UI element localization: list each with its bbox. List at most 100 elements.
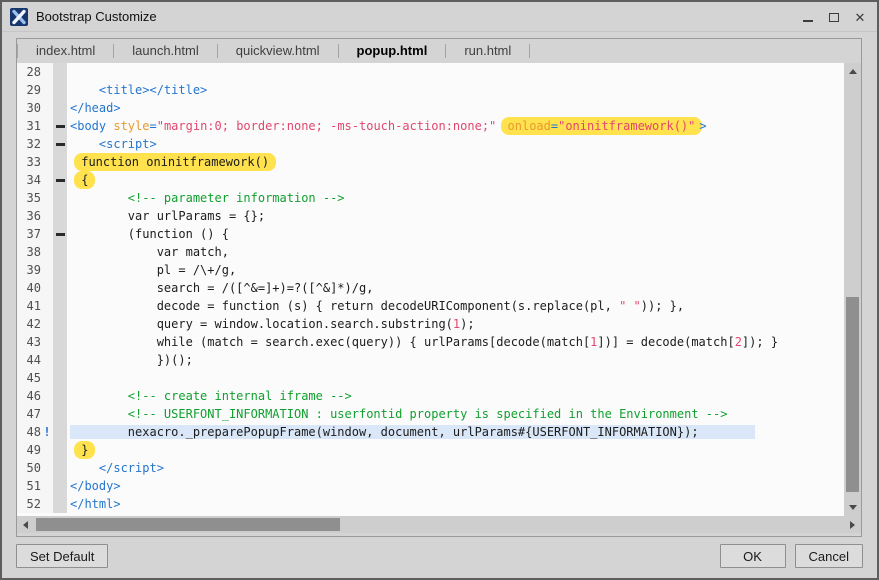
code-segment-txt: (function () { — [70, 227, 229, 241]
code-segment-tag: = — [149, 119, 156, 133]
code-segment-txt: ])] = decode(match[ — [597, 335, 734, 349]
minimize-icon — [803, 20, 813, 22]
scroll-right-button[interactable] — [844, 516, 861, 533]
line-number: 36 — [17, 207, 41, 225]
code-line[interactable]: </head> — [67, 99, 844, 117]
code-line[interactable]: { — [67, 171, 844, 189]
code-line[interactable]: } — [67, 441, 844, 459]
line-marker-empty — [41, 171, 53, 189]
maximize-button[interactable] — [821, 2, 847, 32]
scroll-left-button[interactable] — [17, 516, 34, 533]
code-line-text: </head> — [70, 101, 121, 115]
line-marker-empty — [41, 477, 53, 495]
code-line[interactable]: nexacro._preparePopupFrame(window, docum… — [67, 423, 844, 441]
code-segment-tag: </head> — [70, 101, 121, 115]
code-line-row: 34 { — [17, 171, 844, 189]
code-segment-cmt: <!-- create internal iframe --> — [70, 389, 352, 403]
fold-margin — [53, 261, 67, 279]
code-line[interactable]: search = /([^&=]+)=?([^&]*)/g, — [67, 279, 844, 297]
cancel-button[interactable]: Cancel — [795, 544, 863, 568]
code-segment-tag: <script> — [70, 137, 157, 151]
code-line[interactable]: <title></title> — [67, 81, 844, 99]
scroll-left-icon — [23, 521, 28, 529]
code-line[interactable]: <body style="margin:0; border:none; -ms-… — [67, 117, 844, 135]
code-line-row: 39 pl = /\+/g, — [17, 261, 844, 279]
code-line[interactable]: var match, — [67, 243, 844, 261]
vertical-scrollbar[interactable] — [844, 63, 861, 516]
code-line[interactable]: var urlParams = {}; — [67, 207, 844, 225]
code-line-row: 50 </script> — [17, 459, 844, 477]
code-line-row: 37 (function () { — [17, 225, 844, 243]
line-marker-empty — [41, 495, 53, 513]
set-default-button[interactable]: Set Default — [16, 544, 108, 568]
code-segment-txt: var urlParams = {}; — [70, 209, 265, 223]
code-line[interactable] — [67, 369, 844, 387]
code-line-text: </body> — [70, 479, 121, 493]
code-segment-txt: ); — [460, 317, 474, 331]
code-line-row: 32 <script> — [17, 135, 844, 153]
yellow-highlight: { — [74, 171, 95, 189]
code-line[interactable]: <!-- create internal iframe --> — [67, 387, 844, 405]
fold-collapse-icon[interactable] — [56, 125, 65, 128]
fold-collapse-icon[interactable] — [56, 179, 65, 182]
tab-popup.html[interactable]: popup.html — [339, 39, 446, 63]
line-number: 32 — [17, 135, 41, 153]
code-line[interactable]: </body> — [67, 477, 844, 495]
code-line[interactable]: <!-- parameter information --> — [67, 189, 844, 207]
code-editor[interactable]: 2829 <title></title>30</head>31<body sty… — [17, 63, 861, 516]
fold-margin — [53, 189, 67, 207]
code-segment-tag: </body> — [70, 479, 121, 493]
fold-collapse-icon[interactable] — [56, 233, 65, 236]
vertical-scrollbar-thumb[interactable] — [846, 297, 859, 492]
tab-run.html[interactable]: run.html — [446, 39, 529, 63]
code-line[interactable]: })(); — [67, 351, 844, 369]
code-line[interactable]: pl = /\+/g, — [67, 261, 844, 279]
code-line[interactable]: </script> — [67, 459, 844, 477]
code-line[interactable]: while (match = search.exec(query)) { url… — [67, 333, 844, 351]
code-line-text: <body style="margin:0; border:none; -ms-… — [70, 119, 707, 133]
line-number: 31 — [17, 117, 41, 135]
line-number: 41 — [17, 297, 41, 315]
code-line[interactable]: <!-- USERFONT_INFORMATION : userfontid p… — [67, 405, 844, 423]
code-line[interactable]: </html> — [67, 495, 844, 513]
fold-margin — [53, 207, 67, 225]
line-marker-empty — [41, 261, 53, 279]
code-line-text: <!-- USERFONT_INFORMATION : userfontid p… — [70, 407, 727, 421]
line-number: 35 — [17, 189, 41, 207]
tab-quickview.html[interactable]: quickview.html — [218, 39, 338, 63]
code-line[interactable]: (function () { — [67, 225, 844, 243]
fold-margin — [53, 477, 67, 495]
line-marker-empty — [41, 405, 53, 423]
code-line[interactable]: function oninitframework() — [67, 153, 844, 171]
title-bar: Bootstrap Customize ✕ — [2, 2, 877, 32]
horizontal-scrollbar[interactable] — [17, 516, 861, 533]
line-marker-empty — [41, 99, 53, 117]
code-line-row: 52</html> — [17, 495, 844, 513]
fold-collapse-icon[interactable] — [56, 143, 65, 146]
code-segment-txt: function oninitframework() — [81, 155, 269, 169]
code-line[interactable]: decode = function (s) { return decodeURI… — [67, 297, 844, 315]
scroll-up-button[interactable] — [844, 63, 861, 80]
code-line-row: 36 var urlParams = {}; — [17, 207, 844, 225]
horizontal-scrollbar-thumb[interactable] — [36, 518, 340, 531]
scroll-down-icon — [849, 505, 857, 510]
scroll-down-button[interactable] — [844, 499, 861, 516]
code-segment-tag: </html> — [70, 497, 121, 511]
tab-index.html[interactable]: index.html — [18, 39, 113, 63]
ok-button[interactable]: OK — [720, 544, 786, 568]
code-segment-txt: search = /([^&=]+)=?([^&]*)/g, — [70, 281, 373, 295]
code-segment-attr: style — [113, 119, 149, 133]
code-line[interactable]: <script> — [67, 135, 844, 153]
line-marker-empty — [41, 81, 53, 99]
code-segment-txt: decode = function (s) { return decodeURI… — [70, 299, 619, 313]
code-line[interactable] — [67, 63, 844, 81]
tab-launch.html[interactable]: launch.html — [114, 39, 216, 63]
line-number: 45 — [17, 369, 41, 387]
minimize-button[interactable] — [795, 2, 821, 32]
code-line[interactable]: query = window.location.search.substring… — [67, 315, 844, 333]
code-segment-str: 2 — [735, 335, 742, 349]
code-segment-txt: var match, — [70, 245, 229, 259]
close-button[interactable]: ✕ — [847, 2, 873, 32]
code-line-row: 28 — [17, 63, 844, 81]
code-segment-tag: <body — [70, 119, 113, 133]
